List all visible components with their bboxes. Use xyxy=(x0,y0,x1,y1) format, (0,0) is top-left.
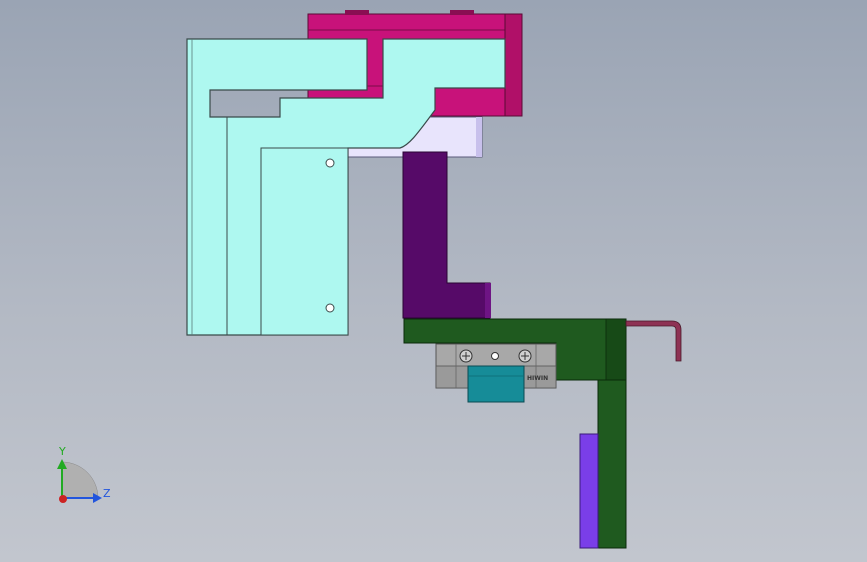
hook-rod[interactable] xyxy=(625,320,682,362)
screw-head-left xyxy=(459,349,473,363)
x-axis-dot xyxy=(59,495,67,503)
coordinate-triad: Y Z xyxy=(57,445,111,503)
purple-arm[interactable] xyxy=(402,151,491,319)
screw-head-right xyxy=(518,349,532,363)
violet-plate[interactable] xyxy=(579,433,599,549)
z-axis-label: Z xyxy=(103,487,111,500)
grease-nipple xyxy=(491,352,499,360)
teal-rail[interactable] xyxy=(467,365,525,403)
carriage-brand-mark: HIWIN xyxy=(527,375,548,382)
y-axis-label: Y xyxy=(58,445,66,458)
cad-viewport[interactable]: HIWIN Y Z xyxy=(0,0,867,562)
